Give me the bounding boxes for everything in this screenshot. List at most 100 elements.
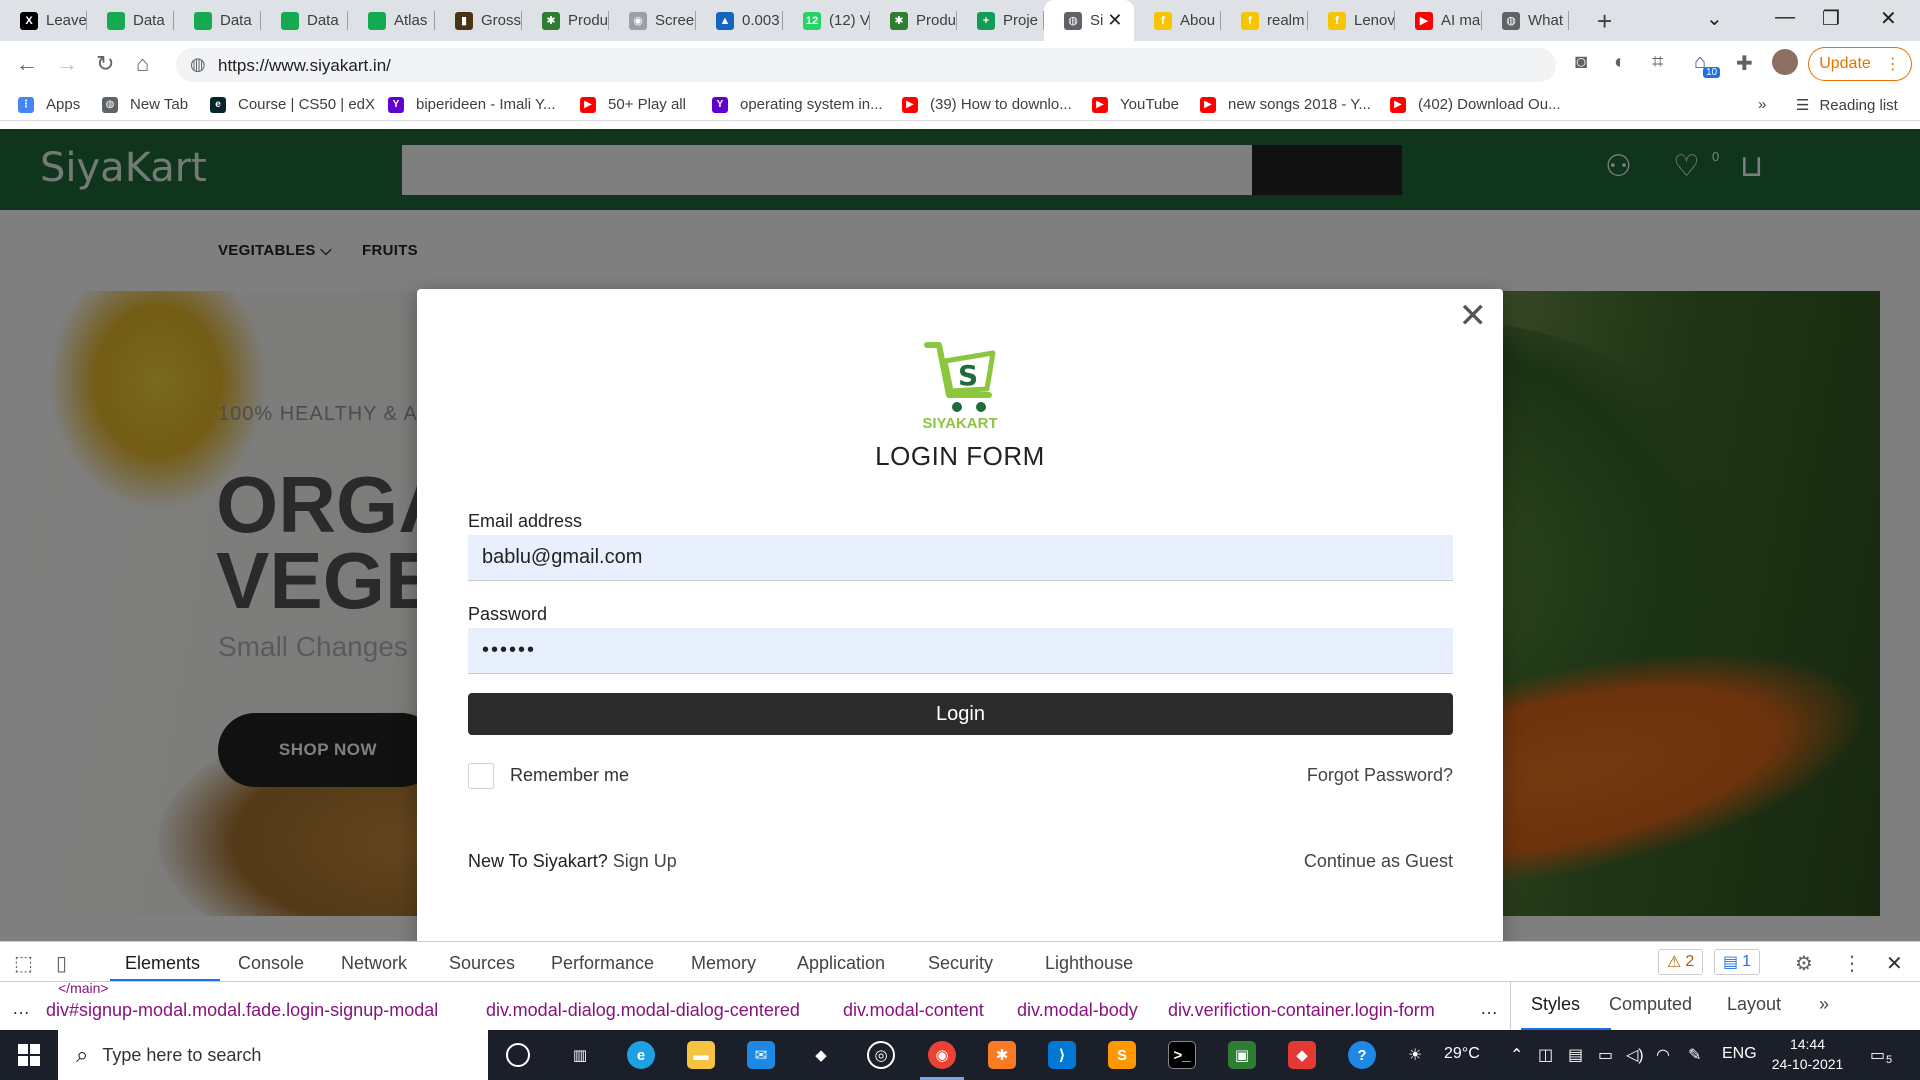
volume-icon[interactable]: ◁): [1626, 1045, 1644, 1065]
email-field[interactable]: [468, 535, 1453, 581]
browser-tab[interactable]: f Abou: [1134, 0, 1221, 41]
devtools-tab-memory[interactable]: Memory: [691, 953, 756, 974]
styles-tab-styles[interactable]: Styles: [1531, 994, 1580, 1015]
devtools-menu-icon[interactable]: ⋮: [1842, 951, 1862, 976]
url-text[interactable]: https://www.siyakart.in/: [218, 56, 391, 76]
puzzle-icon[interactable]: ✚: [1736, 51, 1753, 76]
avatar[interactable]: [1772, 49, 1798, 75]
breadcrumb-node[interactable]: div.modal-body: [1017, 1000, 1138, 1021]
anydesk-icon[interactable]: ◆: [1288, 1041, 1316, 1069]
taskbar-search[interactable]: ⌕ Type here to search: [58, 1030, 488, 1080]
close-window-button[interactable]: ✕: [1880, 6, 1897, 31]
browser-tab[interactable]: ✱ Produ: [870, 0, 957, 41]
bookmark-item[interactable]: Yoperating system in...: [712, 96, 883, 113]
more-tabs-icon[interactable]: »: [1819, 994, 1829, 1015]
task-view-icon[interactable]: ▥: [566, 1041, 594, 1069]
password-field[interactable]: [468, 628, 1453, 674]
browser-tab[interactable]: Atlas: [348, 0, 435, 41]
breadcrumb-node[interactable]: div.modal-content: [843, 1000, 984, 1021]
browser-tab[interactable]: ▲ 0.003: [696, 0, 783, 41]
bookmark-item[interactable]: ▶ (402) Download Ou...: [1390, 96, 1561, 113]
taskbar-clock[interactable]: 14:44 24-10-2021: [1760, 1034, 1855, 1074]
close-icon[interactable]: ✕: [1459, 299, 1488, 333]
devtools-tab-network[interactable]: Network: [341, 953, 407, 974]
bookmark-item[interactable]: Ybiperideen - Imali Y...: [388, 96, 556, 113]
terminal-icon[interactable]: >_: [1168, 1041, 1196, 1069]
styles-tab-computed[interactable]: Computed: [1609, 994, 1692, 1015]
forgot-password-link[interactable]: Forgot Password?: [1307, 765, 1453, 786]
devtools-close-icon[interactable]: ✕: [1886, 951, 1903, 976]
bookmark-item[interactable]: ◍ New Tab: [102, 96, 188, 113]
chrome-icon[interactable]: ◉: [920, 1041, 964, 1080]
login-button[interactable]: Login: [468, 693, 1453, 735]
devtools-tab-sources[interactable]: Sources: [449, 953, 515, 974]
edge-icon[interactable]: e: [627, 1041, 655, 1069]
browser-tab[interactable]: ◍ Si ✕: [1044, 0, 1134, 41]
inspect-element-icon[interactable]: ⬚: [14, 951, 33, 976]
forward-icon[interactable]: →: [56, 51, 78, 77]
language-indicator[interactable]: ENG: [1722, 1045, 1757, 1063]
breadcrumb-overflow-end-icon[interactable]: …: [1480, 998, 1498, 1019]
new-tab-button[interactable]: +: [1597, 6, 1612, 37]
bookmark-item[interactable]: e Course | CS50 | edX: [210, 96, 375, 113]
bookmark-item[interactable]: ▶ 50+ Play all: [580, 96, 686, 113]
bookmark-item[interactable]: ⋮ Apps: [18, 96, 80, 113]
notification-icon[interactable]: ▭: [1870, 1045, 1885, 1065]
breadcrumb-node[interactable]: div.verifiction-container.login-form: [1168, 1000, 1435, 1021]
devtools-tab-lighthouse[interactable]: Lighthouse: [1045, 953, 1133, 974]
breadcrumb-node[interactable]: div.modal-dialog.modal-dialog-centered: [486, 1000, 800, 1021]
devtools-tab-application[interactable]: Application: [797, 953, 885, 974]
wifi-icon[interactable]: ◠: [1656, 1045, 1670, 1065]
bookmark-item[interactable]: ▶ new songs 2018 - Y...: [1200, 96, 1371, 113]
pen-icon[interactable]: ✎: [1688, 1045, 1701, 1065]
tab-search-icon[interactable]: ⌄: [1706, 6, 1723, 31]
remember-me-checkbox[interactable]: [468, 763, 494, 789]
devtools-tab-security[interactable]: Security: [928, 953, 993, 974]
browser-tab[interactable]: ◉ Scree: [609, 0, 696, 41]
tray-chevron-icon[interactable]: ⌃: [1510, 1045, 1523, 1065]
devtools-tab-performance[interactable]: Performance: [551, 953, 654, 974]
battery-icon[interactable]: ▭: [1598, 1045, 1613, 1065]
bookmarks-overflow-icon[interactable]: »: [1758, 96, 1766, 113]
browser-tab[interactable]: Data: [261, 0, 348, 41]
snipping-tool-icon[interactable]: ▣: [1228, 1041, 1256, 1069]
devtools-tab-elements[interactable]: Elements: [125, 953, 200, 974]
browser-tab[interactable]: Data: [174, 0, 261, 41]
help-icon[interactable]: ?: [1348, 1041, 1376, 1069]
restore-button[interactable]: ❐: [1822, 6, 1840, 31]
browser-tab[interactable]: f Lenov: [1308, 0, 1395, 41]
bookmark-item[interactable]: ▶ (39) How to downlo...: [902, 96, 1072, 113]
reload-icon[interactable]: ↻: [96, 51, 114, 77]
sublime-icon[interactable]: S: [1108, 1041, 1136, 1069]
tab-close-icon[interactable]: ✕: [1107, 10, 1122, 31]
vscode-icon[interactable]: ⟩: [1048, 1041, 1076, 1069]
crop-icon[interactable]: ⌗: [1652, 51, 1663, 74]
devtools-tab-console[interactable]: Console: [238, 953, 304, 974]
site-info-icon[interactable]: ◍: [190, 54, 206, 75]
browser-tab[interactable]: f realm: [1221, 0, 1308, 41]
breadcrumb-node[interactable]: div#signup-modal.modal.fade.login-signup…: [46, 1000, 438, 1021]
settings-gear-icon[interactable]: ⚙: [1795, 951, 1813, 976]
browser-tab[interactable]: ▶ AI ma: [1395, 0, 1482, 41]
file-explorer-icon[interactable]: ▬: [687, 1041, 715, 1069]
messages-badge[interactable]: ▤ 1: [1714, 949, 1761, 975]
minimize-button[interactable]: —: [1775, 6, 1795, 29]
styles-tab-layout[interactable]: Layout: [1727, 994, 1781, 1015]
windows-start-icon[interactable]: [18, 1044, 40, 1066]
browser-tab[interactable]: + Proje: [957, 0, 1044, 41]
remember-me-label[interactable]: Remember me: [510, 765, 629, 786]
network-icon[interactable]: ▤: [1568, 1045, 1583, 1065]
mail-icon[interactable]: ✉: [747, 1041, 775, 1069]
update-button[interactable]: Update ⋮: [1808, 47, 1912, 81]
home-icon[interactable]: ⌂: [136, 51, 149, 77]
browser-tab[interactable]: ◍ What: [1482, 0, 1569, 41]
dropbox-icon[interactable]: ◆: [807, 1041, 835, 1069]
signup-link[interactable]: Sign Up: [613, 851, 677, 871]
camera-icon[interactable]: ◙: [1575, 51, 1587, 74]
continue-as-guest-link[interactable]: Continue as Guest: [1304, 851, 1453, 872]
warnings-badge[interactable]: ⚠ 2: [1658, 949, 1704, 975]
extension-icon[interactable]: ◐: [1614, 51, 1626, 74]
browser-tab[interactable]: 12 (12) V: [783, 0, 870, 41]
github-icon[interactable]: ◎: [867, 1041, 895, 1069]
address-bar[interactable]: ◍ https://www.siyakart.in/: [176, 48, 1556, 82]
